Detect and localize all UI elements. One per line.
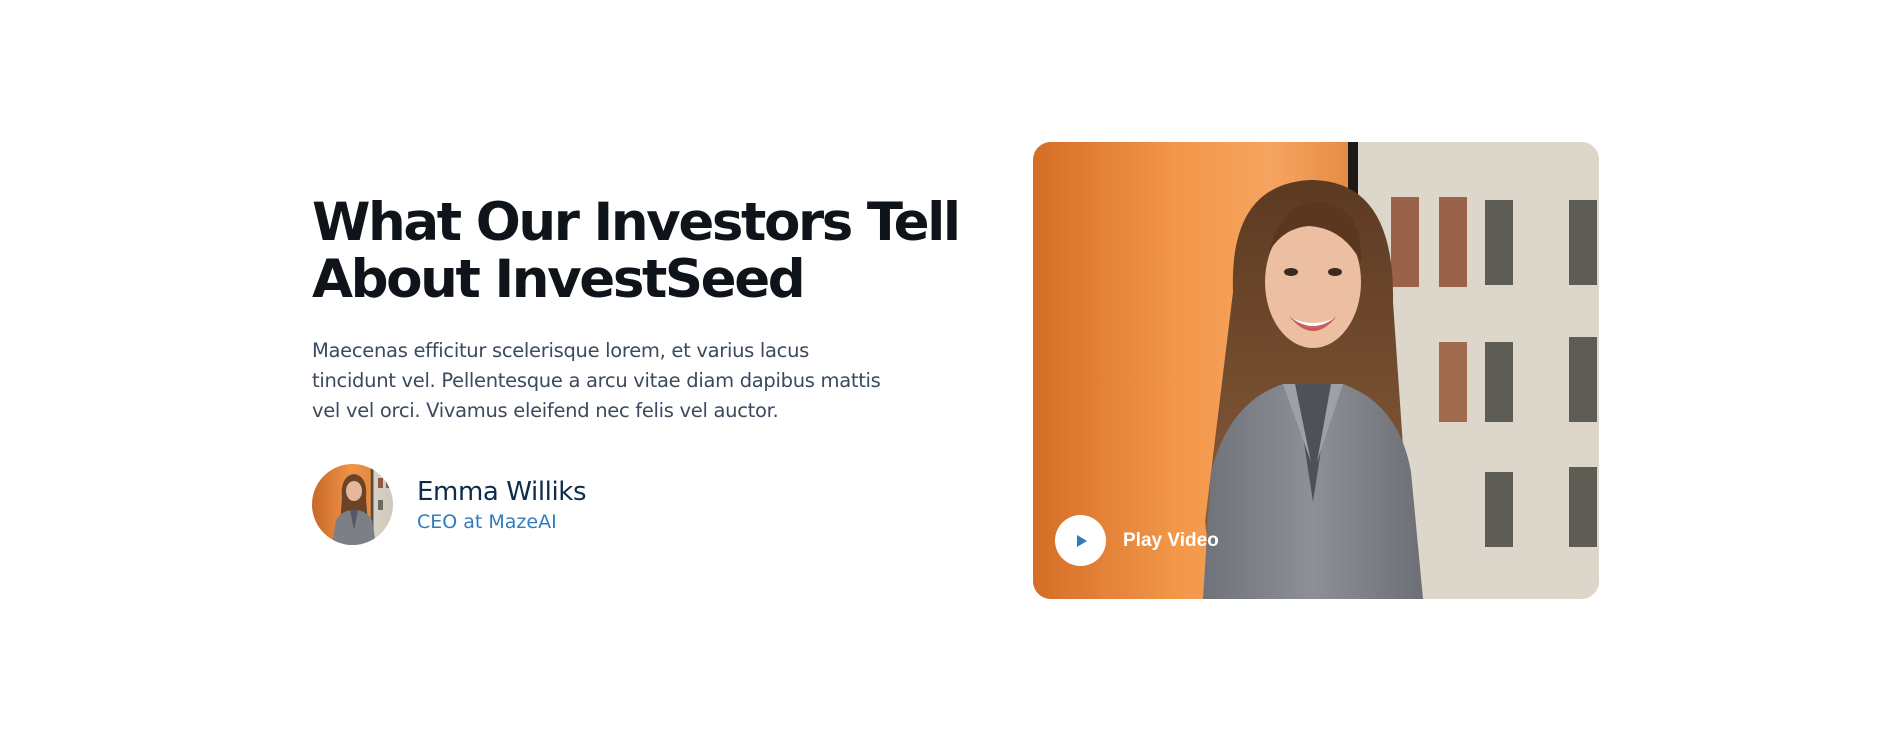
author-name: Emma Williks bbox=[417, 476, 587, 507]
video-thumbnail[interactable]: Play Video bbox=[1033, 142, 1599, 599]
description-line: Maecenas efficitur scelerisque lorem, et… bbox=[312, 339, 809, 362]
description-line: vel vel orci. Vivamus eleifend nec felis… bbox=[312, 399, 779, 422]
testimonial-description: Maecenas efficitur scelerisque lorem, et… bbox=[312, 336, 881, 426]
author-card: Emma Williks CEO at MazeAI bbox=[312, 464, 587, 545]
author-info: Emma Williks CEO at MazeAI bbox=[417, 476, 587, 534]
description-line: tincidunt vel. Pellentesque a arcu vitae… bbox=[312, 369, 881, 392]
play-button[interactable] bbox=[1055, 515, 1106, 566]
play-video-control[interactable]: Play Video bbox=[1055, 515, 1219, 566]
heading-line: About InvestSeed bbox=[312, 249, 806, 310]
section-heading: What Our Investors Tell About InvestSeed bbox=[312, 192, 961, 310]
testimonial-section: What Our Investors Tell About InvestSeed… bbox=[0, 0, 1900, 736]
author-avatar bbox=[312, 464, 393, 545]
author-role: CEO at MazeAI bbox=[417, 510, 557, 533]
testimonial-text-block: What Our Investors Tell About InvestSeed… bbox=[312, 192, 961, 545]
play-icon bbox=[1076, 534, 1087, 547]
heading-line: What Our Investors Tell bbox=[312, 192, 961, 253]
play-video-label[interactable]: Play Video bbox=[1123, 530, 1219, 552]
